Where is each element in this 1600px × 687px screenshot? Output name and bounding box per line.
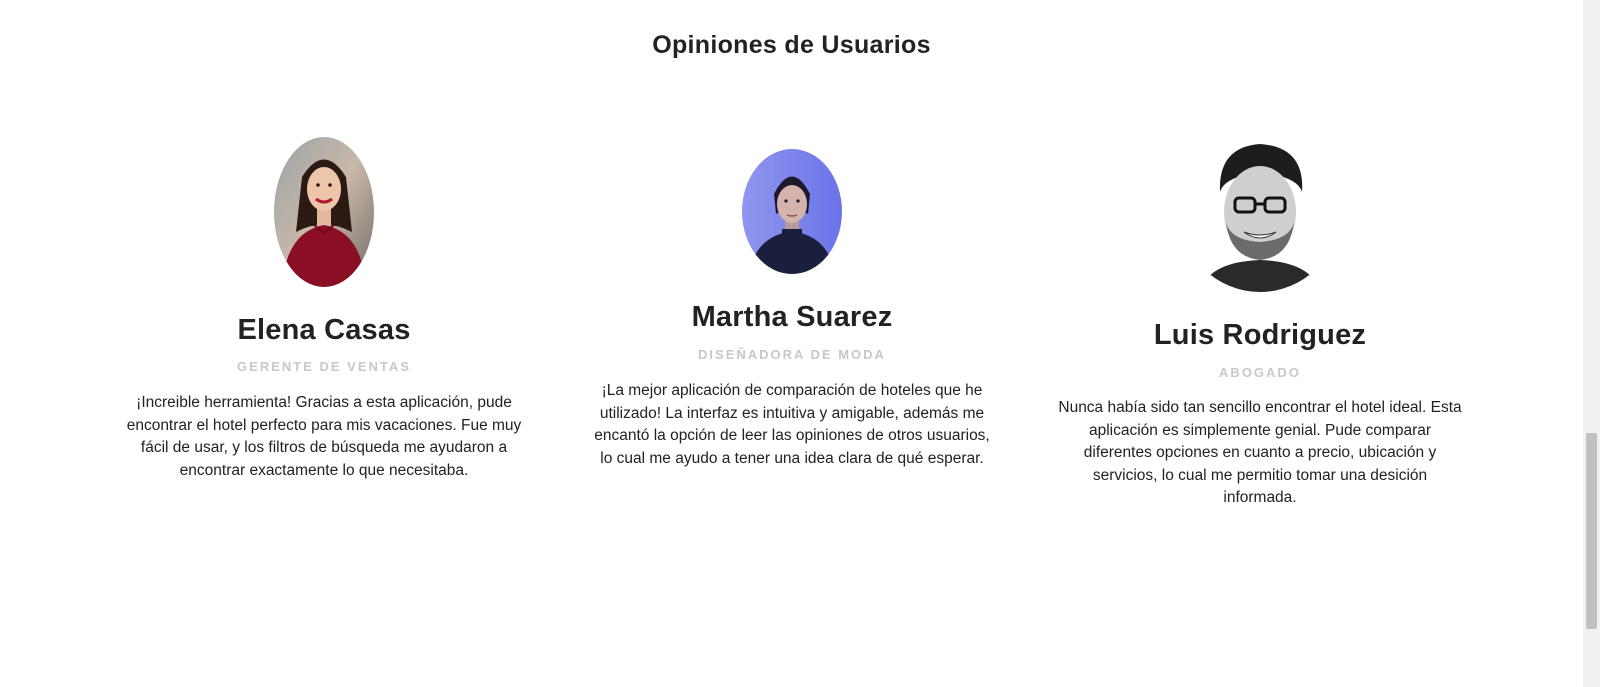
avatar-martha	[742, 149, 842, 274]
avatar-luis	[1180, 132, 1340, 292]
woman-red-sweater-portrait-icon	[274, 137, 374, 287]
man-glasses-bw-portrait-icon	[1180, 132, 1340, 292]
woman-blue-light-portrait-icon	[742, 149, 842, 274]
testimonial-role: DISEÑADORA DE MODA	[698, 347, 886, 362]
testimonial-role: ABOGADO	[1219, 365, 1301, 380]
testimonial-name: Martha Suarez	[691, 301, 893, 333]
page-scrollbar[interactable]	[1583, 0, 1600, 687]
testimonial-name: Luis Rodriguez	[1153, 319, 1367, 351]
testimonial-name: Elena Casas	[237, 314, 411, 346]
testimonial-quote: ¡Increible herramienta! Gracias a esta a…	[126, 394, 522, 479]
testimonial-card-luis: Luis Rodriguez ABOGADO Nunca había sido …	[1056, 0, 1464, 520]
testimonial-card-martha: Martha Suarez DISEÑADORA DE MODA ¡La mej…	[588, 0, 996, 520]
scrollbar-thumb[interactable]	[1586, 433, 1597, 629]
testimonial-card-elena: Elena Casas GERENTE DE VENTAS ¡Increible…	[120, 0, 528, 520]
testimonial-quote: Nunca había sido tan sencillo encontrar …	[1058, 399, 1462, 506]
testimonial-role: GERENTE DE VENTAS	[237, 359, 411, 374]
testimonial-quote: ¡La mejor aplicación de comparación de h…	[594, 382, 990, 467]
avatar-elena	[274, 137, 374, 287]
